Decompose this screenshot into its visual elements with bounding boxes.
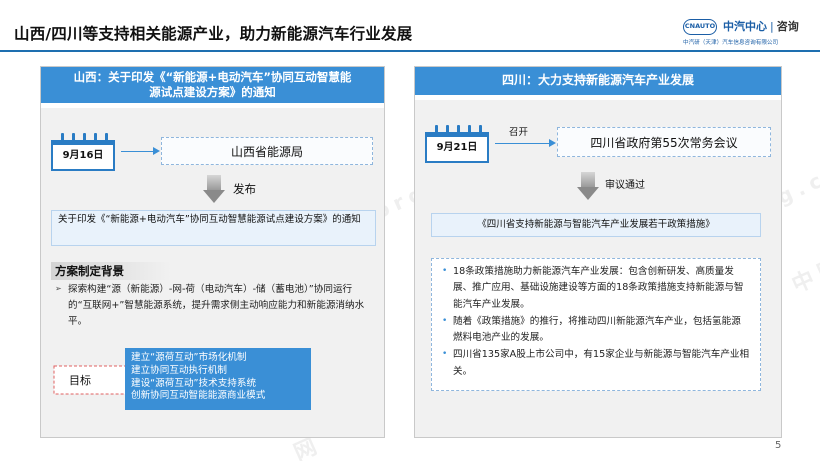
- page-number: 5: [775, 440, 782, 451]
- agency-name: 山西省能源局: [230, 144, 303, 159]
- list-item-text: 随着《政策措施》的推行，将推动四川新能源汽车产业，包括氢能源燃料电池产业的发展。: [453, 315, 741, 344]
- sichuan-panel-header: 四川：大力支持新能源汽车产业发展: [415, 67, 781, 95]
- down-arrow-icon: [203, 175, 225, 205]
- notice-box: 关于印发《“新能源+电动汽车”协同互动智慧能源试点建设方案》的通知: [51, 210, 376, 246]
- arrow-right-icon: [549, 139, 556, 147]
- calendar-icon: 9月16日: [51, 133, 115, 171]
- page-title: 山西/四川等支持相关能源产业，助力新能源汽车行业发展: [14, 25, 413, 43]
- logo-name-main: 中汽中心: [723, 20, 767, 33]
- background-text: 探索构建“源（新能源）-网-荷（电动汽车）-储（蓄电池）”协同运行的“互联网+”…: [68, 284, 365, 327]
- connector-line: [121, 151, 153, 152]
- approval-label: 审议通过: [605, 180, 645, 191]
- logo-name: 中汽中心 | 咨询: [723, 20, 799, 33]
- calendar-icon: 9月21日: [425, 125, 489, 163]
- meeting-name: 四川省政府第55次常务会议: [590, 135, 738, 150]
- list-item-text: 18条政策措施助力新能源汽车产业发展：包含创新研发、高质量发展、推广应用、基础设…: [453, 266, 744, 310]
- connector-line: [495, 143, 549, 144]
- notice-text: 关于印发《“新能源+电动汽车”协同互动智慧能源试点建设方案》的通知: [58, 214, 361, 225]
- shanxi-panel-header: 山西：关于印发《“新能源+电动汽车”协同互动智慧能源试点建设方案》的通知: [41, 67, 384, 103]
- title-divider: [0, 50, 820, 52]
- publish-label: 发布: [233, 182, 256, 196]
- sichuan-panel: 四川：大力支持新能源汽车产业发展 9月21日 召开 四川省政府第55次常务会议 …: [414, 66, 782, 438]
- meeting-box: 四川省政府第55次常务会议: [557, 127, 771, 157]
- goal-list: 建立“源荷互动”市场化机制 建立协同互动执行机制 建设“源荷互动”技术支持系统 …: [125, 348, 311, 410]
- logo-name-alt: 咨询: [776, 20, 799, 33]
- list-item: • 随着《政策措施》的推行，将推动四川新能源汽车产业，包括氢能源燃料电池产业的发…: [442, 314, 750, 347]
- background-paragraph: ➢ 探索构建“源（新能源）-网-荷（电动汽车）-储（蓄电池）”协同运行的“互联网…: [55, 282, 375, 329]
- header-gap: [41, 103, 384, 108]
- goal-label: 目标: [69, 374, 91, 387]
- policy-details: • 18条政策措施助力新能源汽车产业发展：包含创新研发、高质量发展、推广应用、基…: [431, 258, 761, 391]
- goal-item: 建设“源荷互动”技术支持系统: [131, 377, 257, 389]
- company-logo: CNAUTO 中汽中心 | 咨询 中汽研（天津）汽车信息咨询有限公司: [683, 17, 813, 47]
- arrow-bullet-icon: ➢: [55, 284, 62, 293]
- logo-subtitle: 中汽研（天津）汽车信息咨询有限公司: [683, 40, 779, 46]
- bullet-icon: •: [442, 349, 448, 360]
- list-item-text: 四川省135家A股上市公司中，有15家企业与新能源与智能汽车产业相关。: [453, 349, 750, 377]
- background-heading: 方案制定背景: [51, 262, 171, 280]
- down-arrow-icon: [577, 172, 599, 202]
- logo-mark-icon: CNAUTO: [683, 19, 717, 35]
- policy-title: 《四川省支持新能源与智能汽车产业发展若干政策措施》: [477, 219, 715, 230]
- arrow-right-icon: [153, 147, 160, 155]
- policy-box: 《四川省支持新能源与智能汽车产业发展若干政策措施》: [431, 213, 761, 237]
- goal-item: 建立协同互动执行机制: [131, 364, 227, 376]
- agency-box: 山西省能源局: [161, 137, 373, 165]
- list-item: • 四川省135家A股上市公司中，有15家企业与新能源与智能汽车产业相关。: [442, 347, 750, 380]
- meeting-label: 召开: [509, 127, 529, 138]
- bullet-icon: •: [442, 315, 448, 326]
- shanxi-panel: 山西：关于印发《“新能源+电动汽车”协同互动智慧能源试点建设方案》的通知 9月1…: [40, 66, 385, 438]
- list-item: • 18条政策措施助力新能源汽车产业发展：包含创新研发、高质量发展、推广应用、基…: [442, 264, 750, 313]
- bullet-icon: •: [442, 266, 448, 276]
- goal-item: 创新协同互动智能能源商业模式: [131, 390, 266, 402]
- goal-item: 建立“源荷互动”市场化机制: [131, 352, 247, 363]
- header-gap: [415, 95, 781, 100]
- watermark-text: 中国: [788, 252, 820, 299]
